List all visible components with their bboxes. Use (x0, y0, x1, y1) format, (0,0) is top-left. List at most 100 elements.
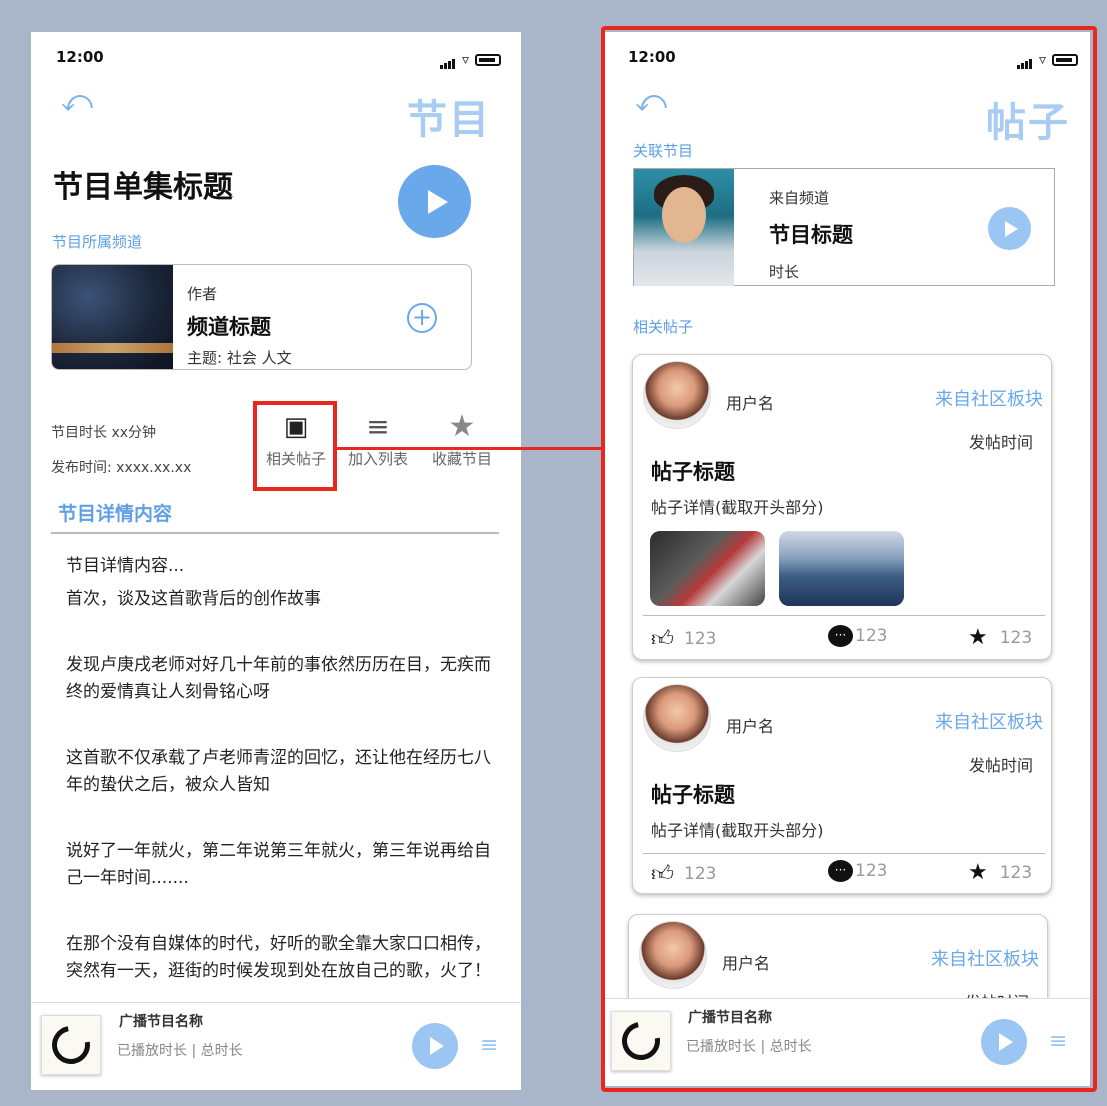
star-icon: ★ (968, 625, 988, 650)
linked-program-card[interactable]: 来自频道 节目标题 时长 (633, 168, 1055, 286)
status-time: 12:00 (56, 48, 104, 66)
channel-topics: 主题: 社会 人文 (187, 349, 292, 367)
episode-duration: 节目时长 xx分钟 (51, 425, 157, 441)
wifi-icon: ▿ (1038, 51, 1046, 68)
star-count: 123 (999, 862, 1033, 883)
detail-paragraph: 在那个没有自媒体的时代，好听的歌全靠大家口口相传，突然有一天，逛街的时候发现到处… (66, 934, 491, 981)
back-icon[interactable]: ⤺ (61, 87, 93, 117)
detail-paragraph: 说好了一年就火，第二年说第三年就火，第三年说再给自己一年时间....... (66, 841, 491, 888)
mini-player[interactable]: 广播节目名称 已播放时长 | 总时长 ≡ (605, 998, 1090, 1086)
post-board[interactable]: 来自社区板块 (931, 945, 1039, 971)
queue-icon[interactable]: ≡ (480, 1033, 498, 1058)
post-image-city[interactable] (779, 531, 904, 606)
play-icon (430, 1037, 444, 1055)
post-board[interactable]: 来自社区板块 (935, 708, 1043, 734)
mini-player[interactable]: 广播节目名称 已播放时长 | 总时长 ≡ (31, 1002, 521, 1090)
post-card[interactable]: 用户名 来自社区板块 发帖时间 帖子标题 帖子详情(截取开头部分) 👍︎ 123… (632, 354, 1052, 660)
channel-author: 作者 (187, 285, 218, 303)
avatar[interactable] (643, 684, 711, 752)
logo-ring-icon (44, 1018, 98, 1072)
mini-player-cover (611, 1011, 671, 1071)
linked-program-label: 关联节目 (633, 142, 694, 160)
play-icon (1005, 220, 1018, 237)
mini-player-title: 广播节目名称 (119, 1014, 203, 1030)
like-count: 123 (684, 863, 717, 884)
detail-divider (51, 532, 499, 534)
favorite-button[interactable]: ★ 收藏节目 (423, 412, 501, 469)
channel-card[interactable]: 作者 频道标题 主题: 社会 人文 + (51, 264, 472, 370)
battery-icon (475, 53, 501, 66)
star-icon: ★ (968, 860, 988, 885)
logo-ring-icon (614, 1014, 668, 1068)
detail-paragraph: 节目详情内容... (66, 556, 185, 576)
post-title: 帖子标题 (651, 460, 735, 484)
post-image-subway[interactable] (650, 531, 765, 606)
subscribe-add-icon[interactable]: + (407, 303, 437, 333)
post-card[interactable]: 用户名 来自社区板块 发帖时间 帖子标题 帖子详情(截取开头部分) 👍︎ 123… (632, 677, 1052, 894)
post-username[interactable]: 用户名 (726, 713, 774, 737)
post-excerpt: 帖子详情(截取开头部分) (651, 821, 824, 840)
comment-button[interactable]: ··· 123 (828, 625, 887, 647)
post-time: 发帖时间 (968, 756, 1033, 775)
star-count: 123 (999, 627, 1033, 648)
detail-paragraph: 发现卢庚戌老师对好几十年前的事依然历历在目，无疾而终的爱情真让人刻骨铭心呀 (66, 655, 491, 702)
forum-icon: ▣ (283, 412, 309, 442)
program-cover-image (634, 169, 734, 286)
detail-header: 节目详情内容 (58, 503, 173, 525)
post-divider (643, 853, 1045, 854)
play-icon (427, 189, 448, 214)
page-title: 帖子 (986, 100, 1070, 146)
mini-player-play-button[interactable] (981, 1019, 1027, 1065)
channel-cover-image (52, 265, 173, 369)
linked-duration: 时长 (769, 263, 800, 281)
linked-play-button[interactable] (988, 207, 1031, 250)
comment-count: 123 (855, 626, 888, 646)
play-button[interactable] (398, 165, 471, 238)
post-username[interactable]: 用户名 (722, 950, 770, 974)
post-divider (643, 615, 1045, 616)
post-username[interactable]: 用户名 (726, 390, 774, 414)
detail-paragraph: 首次，谈及这首歌背后的创作故事 (66, 589, 321, 609)
favorite-label: 收藏节目 (431, 450, 492, 468)
flow-arrow-line (336, 447, 616, 450)
posts-screen: 12:00 ▿ ⤺ 帖子 关联节目 来自频道 节目标题 时长 相关帖子 用户名 … (605, 32, 1090, 1086)
comment-button[interactable]: ··· 123 (828, 860, 887, 882)
queue-icon[interactable]: ≡ (1049, 1029, 1067, 1054)
wifi-icon: ▿ (461, 51, 469, 68)
episode-title: 节目单集标题 (53, 170, 233, 205)
post-board[interactable]: 来自社区板块 (935, 385, 1043, 411)
program-detail-screen: 12:00 ▿ ⤺ 节目 节目单集标题 节目所属频道 作者 频道标题 主题: 社… (31, 32, 521, 1090)
signal-icon (439, 50, 456, 69)
star-button[interactable]: ★ 123 (968, 860, 1032, 885)
channel-title: 频道标题 (187, 315, 271, 339)
thumbs-up-icon: 👍︎ (651, 862, 674, 887)
like-count: 123 (684, 628, 717, 649)
like-button[interactable]: 👍︎ 123 (651, 625, 716, 652)
channel-section-label: 节目所属频道 (52, 233, 143, 251)
detail-content: 节目详情内容... 首次，谈及这首歌背后的创作故事 发现卢庚戌老师对好几十年前的… (66, 553, 491, 1000)
star-icon: ★ (448, 409, 476, 444)
like-button[interactable]: 👍︎ 123 (651, 860, 716, 887)
mini-player-play-button[interactable] (412, 1023, 458, 1069)
back-icon[interactable]: ⤺ (635, 87, 667, 117)
post-excerpt: 帖子详情(截取开头部分) (651, 498, 824, 517)
detail-paragraph: 这首歌不仅承载了卢老师青涩的回忆，还让他在经历七八年的蛰伏之后，被众人皆知 (66, 748, 491, 795)
playlist-add-icon: ≡ (366, 410, 390, 443)
battery-icon (1052, 53, 1078, 66)
add-to-list-button[interactable]: ≡ 加入列表 (339, 412, 417, 469)
status-time: 12:00 (628, 48, 676, 66)
thumbs-up-icon: 👍︎ (651, 627, 674, 652)
signal-icon (1016, 50, 1033, 69)
comment-icon: ··· (828, 860, 853, 882)
related-posts-button[interactable]: ▣ 相关帖子 (257, 412, 335, 469)
star-button[interactable]: ★ 123 (968, 625, 1032, 650)
status-icons: ▿ (439, 50, 501, 69)
avatar[interactable] (639, 921, 707, 989)
page-title: 节目 (407, 97, 491, 143)
related-posts-label: 相关帖子 (633, 318, 694, 336)
avatar[interactable] (643, 361, 711, 429)
related-posts-label: 相关帖子 (265, 450, 326, 468)
mini-player-progress: 已播放时长 | 总时长 (117, 1043, 243, 1059)
post-time: 发帖时间 (968, 433, 1033, 452)
mini-player-title: 广播节目名称 (688, 1010, 772, 1026)
